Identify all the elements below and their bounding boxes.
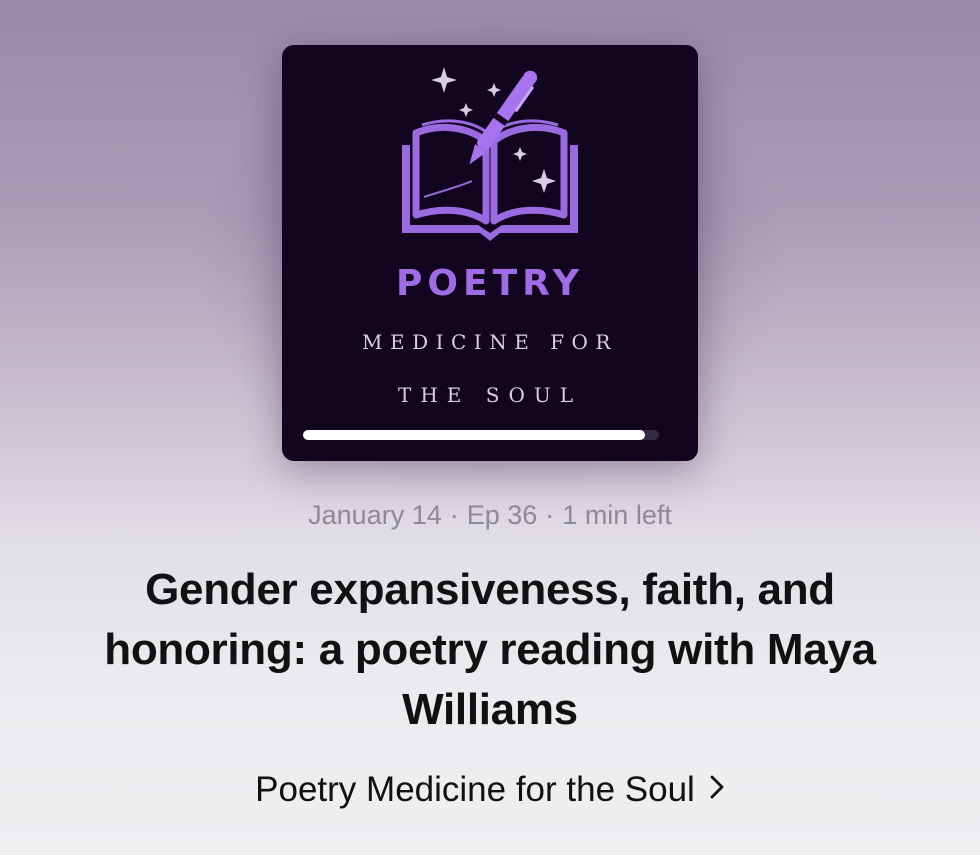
playback-progress-fill [303,430,645,440]
podcast-artwork[interactable]: POETRY MEDICINE FOR THE SOUL [282,45,698,461]
episode-number: Ep 36 [466,500,538,530]
time-remaining: 1 min left [562,500,672,530]
separator-dot: · [545,500,555,530]
show-name: Poetry Medicine for the Soul [255,770,695,809]
artwork-subtitle-line1: MEDICINE FOR [361,330,618,354]
episode-date: January 14 [308,500,442,530]
artwork-title: POETRY [396,263,584,304]
artwork-subtitle-line2: THE SOUL [398,383,582,407]
chevron-right-icon [709,769,725,809]
episode-metadata: January 14 · Ep 36 · 1 min left [0,500,980,531]
show-name-link[interactable]: Poetry Medicine for the Soul [0,770,980,812]
separator-dot: · [449,500,459,530]
episode-title: Gender expansiveness, faith, and honorin… [104,565,876,734]
playback-progress-bar [303,430,659,440]
